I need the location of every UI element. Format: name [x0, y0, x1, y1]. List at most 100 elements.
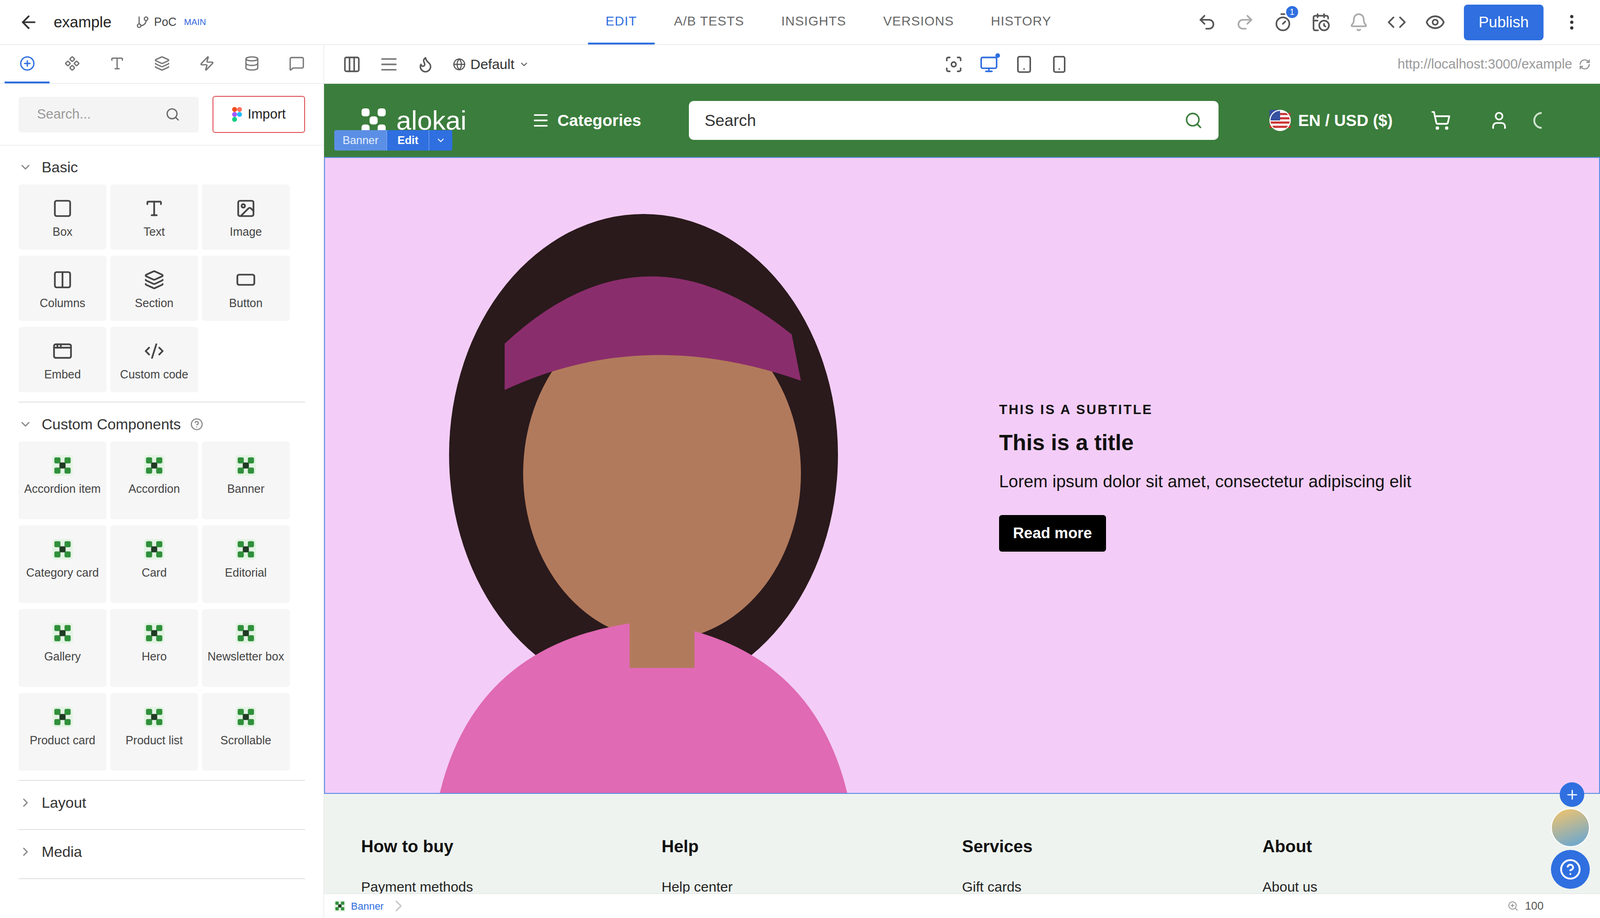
import-button[interactable]: Import	[212, 95, 306, 133]
zoom[interactable]: 100	[1507, 897, 1590, 914]
selection-edit[interactable]: Edit	[386, 130, 429, 151]
mode-tab[interactable]: A/B TESTS	[656, 0, 763, 45]
cart-icon[interactable]	[1430, 110, 1451, 131]
refresh-icon[interactable]	[1578, 58, 1591, 71]
back-icon[interactable]	[18, 12, 39, 33]
sidebar-tab-icon	[19, 55, 36, 72]
component-item[interactable]: Accordion	[110, 441, 199, 519]
component-item[interactable]: Gallery	[18, 608, 107, 687]
categories-button[interactable]: Categories	[531, 108, 689, 133]
status-bar: Banner 100	[324, 893, 1600, 918]
help-button[interactable]	[1550, 849, 1590, 889]
menu-icon	[531, 111, 550, 130]
collapsed-icon	[18, 795, 33, 810]
component-item[interactable]: Image	[201, 184, 290, 250]
sidebar-tab[interactable]	[274, 44, 319, 84]
component-item[interactable]: Newsletter box	[201, 608, 290, 687]
site-search[interactable]: Search	[688, 100, 1219, 140]
sidebar-tab-icon	[199, 55, 215, 72]
device-button[interactable]	[1014, 55, 1034, 74]
branch-name: PoC	[154, 13, 177, 32]
footer-link[interactable]: About us	[1262, 875, 1563, 894]
section-header[interactable]: Custom Components	[18, 402, 306, 442]
sidebar-tab[interactable]	[139, 44, 185, 84]
chevron-icon	[518, 59, 530, 70]
selection-menu[interactable]	[428, 130, 453, 151]
user-icon[interactable]	[1488, 110, 1510, 131]
component-label: Editorial	[222, 565, 270, 580]
footer-heading: About	[1262, 833, 1563, 860]
component-label: Columns	[37, 296, 89, 310]
component-item[interactable]: Accordion item	[18, 441, 107, 519]
focus-icon[interactable]	[944, 55, 963, 74]
mode-tab[interactable]: EDIT	[587, 0, 655, 45]
component-item[interactable]: Card	[110, 525, 199, 603]
component-item[interactable]: Product card	[18, 692, 107, 771]
component-item[interactable]: Hero	[110, 608, 199, 687]
footer-link[interactable]: Help center	[661, 875, 963, 894]
sidebar-tab[interactable]	[184, 44, 230, 84]
heatmap-icon[interactable]	[416, 55, 435, 74]
sidebar-tab[interactable]	[94, 44, 140, 84]
branch-badge: MAIN	[181, 15, 209, 30]
breadcrumb-component-icon	[334, 900, 346, 912]
component-sections: BasicBoxTextImage Columns SectionButton Emb…	[0, 145, 324, 879]
schedule-icon[interactable]	[1311, 12, 1331, 32]
sidebar-tab[interactable]	[229, 44, 275, 84]
section-header[interactable]: Media	[18, 829, 306, 869]
sidebar-tab-icon	[64, 55, 81, 72]
component-item[interactable]: Product list	[110, 692, 199, 771]
component-item[interactable]: Category card	[18, 525, 107, 603]
sidebar-tab[interactable]	[4, 44, 50, 84]
guides-icon[interactable]	[379, 55, 399, 74]
breadcrumb[interactable]: Banner	[334, 896, 408, 915]
component-item[interactable]: Scrollable	[201, 692, 290, 771]
banner-image	[325, 157, 963, 793]
assistant-avatar[interactable]	[1550, 807, 1590, 847]
section-header[interactable]: Layout	[18, 780, 306, 820]
mode-tab[interactable]: INSIGHTS	[763, 0, 864, 45]
sidebar-tab[interactable]	[49, 44, 95, 84]
preview-icon[interactable]	[1425, 12, 1446, 33]
custom-component-icon	[235, 706, 257, 727]
locale-switch[interactable]: EN / USD ($)	[1269, 108, 1393, 133]
selection-chevron-icon	[435, 135, 446, 146]
footer-link[interactable]: Payment methods	[361, 875, 662, 894]
publish-button[interactable]: Publish	[1463, 4, 1544, 41]
component-item[interactable]: Custom code	[110, 326, 199, 393]
timer-button[interactable]: 1	[1273, 12, 1293, 32]
help-icon	[1559, 857, 1582, 881]
component-search[interactable]: Search...	[18, 96, 199, 133]
code-icon[interactable]	[1387, 12, 1407, 32]
bell-icon[interactable]	[1349, 12, 1369, 32]
component-section: Custom ComponentsAccordion itemAccordion…	[18, 402, 306, 781]
redo-icon[interactable]	[1235, 12, 1255, 32]
component-item[interactable]: Banner	[201, 441, 290, 519]
component-label: Product list	[122, 733, 186, 747]
add-section-button[interactable]	[1559, 781, 1585, 807]
panels-icon[interactable]	[342, 55, 362, 74]
component-item[interactable]: Button	[201, 255, 290, 321]
component-item[interactable]: Box	[18, 184, 107, 250]
breadcrumb-label: Banner	[350, 898, 384, 914]
more-icon[interactable]	[1562, 12, 1582, 32]
mode-tab[interactable]: HISTORY	[973, 0, 1069, 45]
component-item[interactable]: Section	[110, 255, 199, 321]
undo-icon[interactable]	[1197, 12, 1217, 32]
footer-link[interactable]: Gift cards	[962, 875, 1263, 894]
branch[interactable]: PoC MAIN	[135, 13, 209, 32]
banner-title: This is a title	[999, 425, 1581, 460]
banner[interactable]: THIS IS A SUBTITLEThis is a titleLorem i…	[324, 156, 1600, 794]
device-button[interactable]	[1050, 55, 1069, 74]
component-item[interactable]: Editorial	[201, 525, 290, 603]
help-icon[interactable]	[190, 417, 204, 431]
component-item[interactable]: Columns	[18, 255, 107, 321]
component-item[interactable]: Embed	[18, 326, 107, 393]
footer-column: About About us	[1262, 833, 1563, 894]
read-more-button[interactable]: Read more	[999, 514, 1107, 552]
mode-tab[interactable]: VERSIONS	[865, 0, 972, 45]
section-header[interactable]: Basic	[18, 145, 306, 185]
locale-select[interactable]: Default	[452, 53, 530, 75]
device-button[interactable]	[979, 55, 999, 74]
component-item[interactable]: Text	[110, 184, 199, 250]
